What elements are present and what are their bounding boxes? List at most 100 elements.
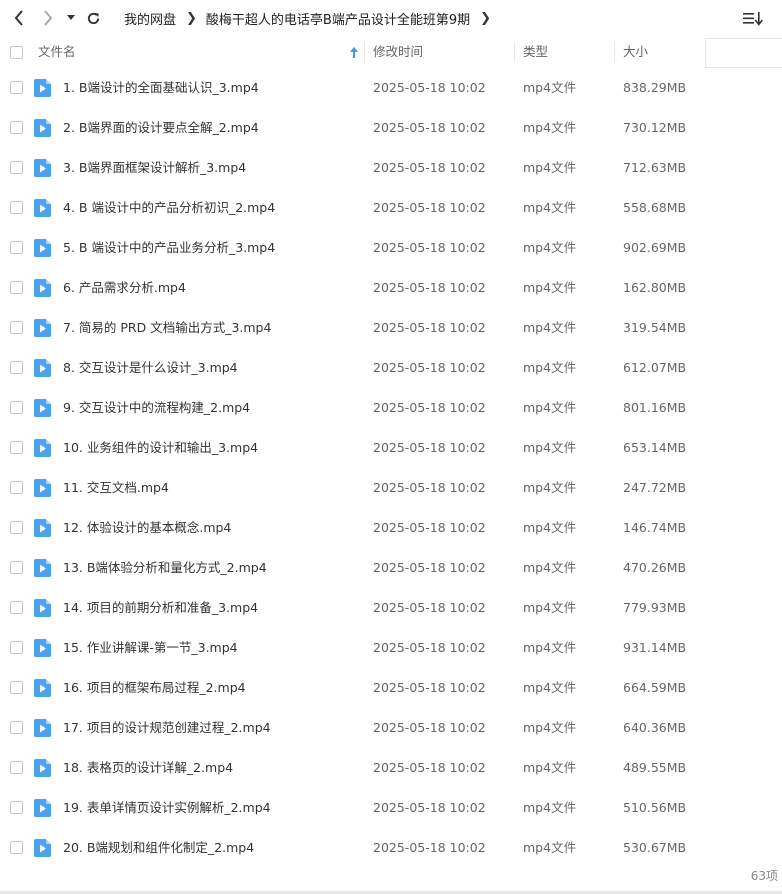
file-row[interactable]: 10. 业务组件的设计和输出_3.mp4 2025-05-18 10:02 mp4文… — [0, 428, 782, 468]
row-checkbox[interactable] — [10, 321, 23, 334]
file-type: mp4文件 — [523, 720, 577, 735]
row-checkbox[interactable] — [10, 281, 23, 294]
file-size: 730.12MB — [623, 120, 687, 135]
row-checkbox[interactable] — [10, 601, 23, 614]
row-checkbox[interactable] — [10, 361, 23, 374]
file-name[interactable]: 14. 项目的前期分析和准备_3.mp4 — [63, 588, 258, 628]
file-size: 664.59MB — [623, 680, 687, 695]
file-name[interactable]: 3. B端界面框架设计解析_3.mp4 — [63, 148, 246, 188]
file-name[interactable]: 15. 作业讲解课-第一节_3.mp4 — [63, 628, 238, 668]
file-size: 146.74MB — [623, 520, 687, 535]
row-checkbox[interactable] — [10, 841, 23, 854]
column-header: 文件名 修改时间 类型 大小 — [0, 36, 782, 68]
sort-menu-button[interactable] — [742, 8, 764, 28]
row-checkbox[interactable] — [10, 681, 23, 694]
column-modified[interactable]: 修改时间 — [373, 36, 423, 68]
chevron-right-icon — [44, 10, 53, 26]
item-count: 63项 — [750, 869, 778, 883]
row-checkbox[interactable] — [10, 161, 23, 174]
breadcrumb-current[interactable]: 酸梅干超人的电话亭B端产品设计全能班第9期 — [206, 9, 470, 28]
row-checkbox[interactable] — [10, 561, 23, 574]
row-checkbox[interactable] — [10, 81, 23, 94]
file-name[interactable]: 1. B端设计的全面基础认识_3.mp4 — [63, 68, 259, 108]
file-modified: 2025-05-18 10:02 — [373, 480, 486, 495]
file-type: mp4文件 — [523, 520, 577, 535]
breadcrumb-root[interactable]: 我的网盘 — [124, 9, 176, 28]
row-checkbox[interactable] — [10, 441, 23, 454]
file-row[interactable]: 4. B 端设计中的产品分析初识_2.mp4 2025-05-18 10:02 mp… — [0, 188, 782, 228]
row-checkbox[interactable] — [10, 721, 23, 734]
file-row[interactable]: 14. 项目的前期分析和准备_3.mp4 2025-05-18 10:02 mp4文… — [0, 588, 782, 628]
file-row[interactable]: 18. 表格页的设计详解_2.mp4 2025-05-18 10:02 mp4文件 4… — [0, 748, 782, 788]
history-dropdown[interactable] — [63, 6, 79, 30]
row-checkbox[interactable] — [10, 481, 23, 494]
back-button[interactable] — [8, 6, 30, 30]
column-type[interactable]: 类型 — [523, 36, 548, 68]
file-type: mp4文件 — [523, 240, 577, 255]
row-checkbox[interactable] — [10, 641, 23, 654]
file-name[interactable]: 4. B 端设计中的产品分析初识_2.mp4 — [63, 188, 275, 228]
row-checkbox[interactable] — [10, 201, 23, 214]
row-checkbox[interactable] — [10, 401, 23, 414]
file-name[interactable]: 6. 产品需求分析.mp4 — [63, 268, 186, 308]
file-row[interactable]: 15. 作业讲解课-第一节_3.mp4 2025-05-18 10:02 mp4文件… — [0, 628, 782, 668]
file-name[interactable]: 10. 业务组件的设计和输出_3.mp4 — [63, 428, 258, 468]
video-file-icon — [34, 479, 51, 497]
file-row[interactable]: 12. 体验设计的基本概念.mp4 2025-05-18 10:02 mp4文件 14… — [0, 508, 782, 548]
file-row[interactable]: 2. B端界面的设计要点全解_2.mp4 2025-05-18 10:02 mp4文… — [0, 108, 782, 148]
file-name[interactable]: 7. 简易的 PRD 文档输出方式_3.mp4 — [63, 308, 271, 348]
file-name[interactable]: 8. 交互设计是什么设计_3.mp4 — [63, 348, 238, 388]
file-name[interactable]: 13. B端体验分析和量化方式_2.mp4 — [63, 548, 267, 588]
column-divider[interactable] — [614, 42, 615, 62]
row-checkbox[interactable] — [10, 241, 23, 254]
sort-ascending-icon[interactable] — [350, 47, 358, 58]
file-size: 653.14MB — [623, 440, 687, 455]
file-name[interactable]: 19. 表单详情页设计实例解析_2.mp4 — [63, 788, 271, 828]
file-modified: 2025-05-18 10:02 — [373, 200, 486, 215]
file-row[interactable]: 1. B端设计的全面基础认识_3.mp4 2025-05-18 10:02 mp4文… — [0, 68, 782, 108]
file-row[interactable]: 17. 项目的设计规范创建过程_2.mp4 2025-05-18 10:02 mp4… — [0, 708, 782, 748]
file-row[interactable]: 7. 简易的 PRD 文档输出方式_3.mp4 2025-05-18 10:02 m… — [0, 308, 782, 348]
column-divider[interactable] — [514, 42, 515, 62]
file-name[interactable]: 18. 表格页的设计详解_2.mp4 — [63, 748, 233, 788]
video-file-icon — [34, 119, 51, 137]
row-checkbox[interactable] — [10, 121, 23, 134]
row-checkbox[interactable] — [10, 801, 23, 814]
select-all-checkbox[interactable] — [10, 46, 23, 59]
file-name[interactable]: 9. 交互设计中的流程构建_2.mp4 — [63, 388, 250, 428]
video-file-icon — [34, 319, 51, 337]
file-row[interactable]: 20. B端规划和组件化制定_2.mp4 2025-05-18 10:02 mp4文… — [0, 828, 782, 868]
file-name[interactable]: 17. 项目的设计规范创建过程_2.mp4 — [63, 708, 271, 748]
file-name[interactable]: 12. 体验设计的基本概念.mp4 — [63, 508, 231, 548]
file-modified: 2025-05-18 10:02 — [373, 720, 486, 735]
file-name[interactable]: 20. B端规划和组件化制定_2.mp4 — [63, 828, 254, 868]
file-type: mp4文件 — [523, 360, 577, 375]
row-checkbox[interactable] — [10, 761, 23, 774]
file-type: mp4文件 — [523, 840, 577, 855]
file-row[interactable]: 9. 交互设计中的流程构建_2.mp4 2025-05-18 10:02 mp4文件… — [0, 388, 782, 428]
file-type: mp4文件 — [523, 160, 577, 175]
file-name[interactable]: 5. B 端设计中的产品业务分析_3.mp4 — [63, 228, 275, 268]
file-modified: 2025-05-18 10:02 — [373, 560, 486, 575]
breadcrumb-expand-icon[interactable]: ❯ — [480, 11, 491, 26]
file-name[interactable]: 16. 项目的框架布局过程_2.mp4 — [63, 668, 246, 708]
row-checkbox[interactable] — [10, 521, 23, 534]
file-name[interactable]: 2. B端界面的设计要点全解_2.mp4 — [63, 108, 259, 148]
file-row[interactable]: 11. 交互文档.mp4 2025-05-18 10:02 mp4文件 247.72M… — [0, 468, 782, 508]
file-row[interactable]: 6. 产品需求分析.mp4 2025-05-18 10:02 mp4文件 162.80… — [0, 268, 782, 308]
file-row[interactable]: 13. B端体验分析和量化方式_2.mp4 2025-05-18 10:02 mp4… — [0, 548, 782, 588]
refresh-button[interactable] — [82, 6, 104, 30]
file-row[interactable]: 19. 表单详情页设计实例解析_2.mp4 2025-05-18 10:02 mp4… — [0, 788, 782, 828]
column-name[interactable]: 文件名 — [38, 36, 76, 68]
file-row[interactable]: 3. B端界面框架设计解析_3.mp4 2025-05-18 10:02 mp4文件… — [0, 148, 782, 188]
file-row[interactable]: 8. 交互设计是什么设计_3.mp4 2025-05-18 10:02 mp4文件 6… — [0, 348, 782, 388]
refresh-icon — [87, 12, 99, 24]
forward-button[interactable] — [37, 6, 59, 30]
column-divider[interactable] — [364, 42, 365, 62]
column-size[interactable]: 大小 — [623, 36, 648, 68]
file-modified: 2025-05-18 10:02 — [373, 400, 486, 415]
file-name[interactable]: 11. 交互文档.mp4 — [63, 468, 169, 508]
file-row[interactable]: 5. B 端设计中的产品业务分析_3.mp4 2025-05-18 10:02 mp… — [0, 228, 782, 268]
file-size: 931.14MB — [623, 640, 687, 655]
file-row[interactable]: 16. 项目的框架布局过程_2.mp4 2025-05-18 10:02 mp4文件… — [0, 668, 782, 708]
